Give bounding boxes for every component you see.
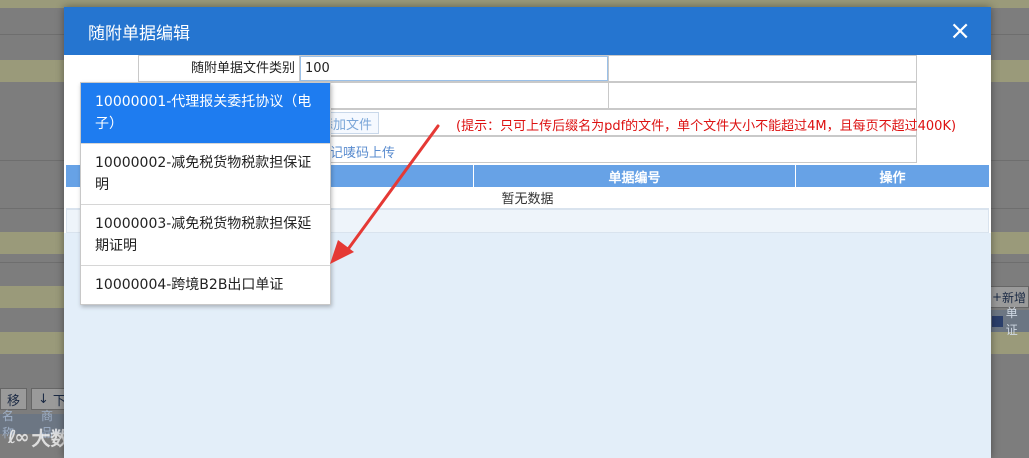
move-up-label: 移 <box>7 393 21 409</box>
category-input-cell <box>299 56 609 81</box>
add-button-label: 新增 <box>1002 290 1027 305</box>
arrow-down-icon: ↓ <box>38 391 49 407</box>
category-input[interactable] <box>300 56 608 81</box>
dropdown-option[interactable]: 10000001-代理报关委托协议（电子） <box>81 83 330 144</box>
plus-icon: + <box>991 290 1003 304</box>
category-label: 随附单据文件类别 <box>190 61 295 76</box>
category-dropdown: 10000001-代理报关委托协议（电子） 10000002-减免税货物税款担保… <box>80 82 331 305</box>
category-row: 随附单据文件类别 <box>138 55 917 82</box>
dialog-header: 随附单据编辑 × <box>64 7 991 55</box>
dropdown-option[interactable]: 10000003-减免税货物税款担保延期证明 <box>81 205 330 266</box>
close-icon[interactable]: × <box>949 18 971 44</box>
doc-checkbox-label: 单证 <box>1005 306 1018 337</box>
dropdown-option[interactable]: 10000004-跨境B2B出口单证 <box>81 266 330 304</box>
watermark-logo-icon: ℓ∞ <box>8 427 30 448</box>
doc-checkbox[interactable]: 单证 <box>989 306 1029 337</box>
dialog-title: 随附单据编辑 <box>88 23 190 44</box>
dropdown-option[interactable]: 10000002-减免税货物税款担保证明 <box>81 144 330 205</box>
upload-row-cell <box>299 83 609 108</box>
upload-hint: (提示：只可上传后缀名为pdf的文件，单个文件大小不能超过4M，且每页不超过40… <box>456 119 957 134</box>
column-document-number: 单据编号 <box>474 165 796 187</box>
column-action: 操作 <box>879 170 906 186</box>
checkbox-icon <box>992 315 1003 327</box>
